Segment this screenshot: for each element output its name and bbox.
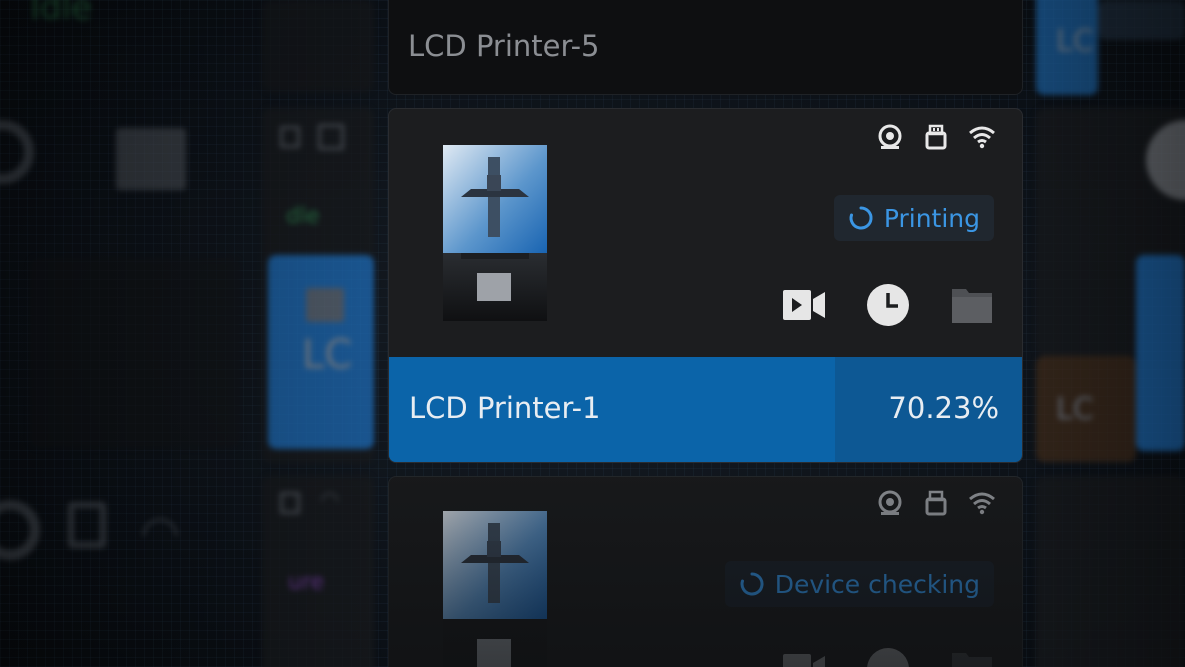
spinner-icon	[849, 206, 873, 230]
folder-icon[interactable]	[950, 647, 994, 667]
ghost-blue-card	[1136, 255, 1185, 451]
idle-status-text: Idle	[30, 0, 92, 28]
progress-percent: 70.23%	[888, 391, 999, 425]
wifi-icon	[968, 123, 996, 151]
printer-card-bottom[interactable]: Device checking	[388, 476, 1023, 667]
left-card-column: dle LC ◠ ure	[262, 0, 374, 667]
status-text: Printing	[883, 203, 980, 233]
connection-status-icons	[876, 489, 996, 517]
printer-name: LC	[1056, 24, 1094, 59]
video-icon[interactable]	[782, 647, 826, 667]
printer-name: LCD Printer-1	[409, 391, 601, 425]
camera-icon	[0, 500, 40, 560]
print-progress-bar: LCD Printer-1 70.23%	[389, 357, 1022, 462]
wifi-icon: ◠	[140, 505, 181, 559]
camera-icon	[318, 124, 344, 150]
idle-status-text: dle	[286, 204, 320, 229]
status-badge: Printing	[833, 195, 994, 241]
clock-icon[interactable]	[866, 647, 910, 667]
folder-icon	[306, 288, 344, 322]
printer-thumbnail	[443, 511, 547, 667]
spinner-icon	[740, 572, 764, 596]
ghost-card	[1036, 476, 1185, 667]
printer-name: LCD Printer-5	[408, 29, 600, 63]
ghost-card	[262, 0, 374, 92]
usb-icon	[922, 123, 950, 151]
status-text: Device checking	[774, 569, 980, 599]
usb-icon	[280, 492, 300, 514]
printer-thumbnail	[443, 145, 547, 321]
card-actions	[782, 283, 994, 327]
wifi-icon	[968, 489, 996, 517]
camera-icon	[876, 489, 904, 517]
folder-icon[interactable]	[950, 283, 994, 327]
wifi-icon: ◠	[320, 488, 340, 513]
ghost-card	[30, 258, 240, 448]
camera-icon	[876, 123, 904, 151]
usb-icon	[280, 126, 300, 148]
printer-card-top[interactable]: LCD Printer-5	[388, 0, 1023, 95]
status-badge: Device checking	[724, 561, 994, 607]
left-blurred-column: Idle ◠	[0, 0, 250, 667]
right-card-column: LC LC	[1036, 0, 1185, 667]
failure-status-text: ure	[288, 570, 325, 595]
camera-icon	[0, 120, 34, 184]
printer-name: LC	[302, 332, 353, 378]
printer-name: LC	[1056, 392, 1094, 427]
clock-icon[interactable]	[866, 283, 910, 327]
connection-status-icons	[876, 123, 996, 151]
usb-icon	[68, 502, 106, 548]
folder-icon	[116, 128, 186, 190]
ghost-card	[1098, 0, 1185, 40]
device-grid-view: Idle ◠ dle LC ◠ ure LC LC LCD Printer-5 …	[0, 0, 1185, 667]
card-actions	[782, 647, 994, 667]
usb-icon	[922, 489, 950, 517]
video-icon[interactable]	[782, 283, 826, 327]
printer-card-selected[interactable]: Printing LCD Printer-1 70.23%	[388, 108, 1023, 463]
